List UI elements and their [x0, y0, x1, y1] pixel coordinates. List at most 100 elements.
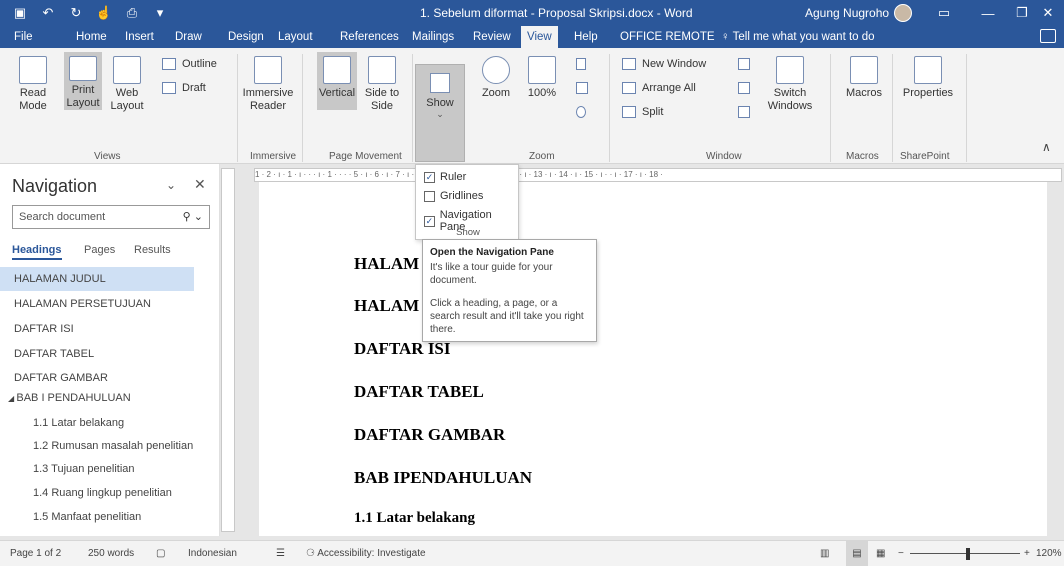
- heading-item[interactable]: DAFTAR ISI: [0, 317, 194, 341]
- tab-design[interactable]: Design: [222, 26, 270, 48]
- one-page-button[interactable]: [576, 58, 592, 70]
- user-name[interactable]: Agung Nugroho: [805, 0, 889, 26]
- search-icon[interactable]: ⚲ ⌄: [183, 210, 203, 223]
- doc-heading[interactable]: DAFTAR TABEL: [354, 382, 484, 402]
- vertical-button[interactable]: Vertical: [317, 52, 357, 110]
- tab-draw[interactable]: Draw: [169, 26, 208, 48]
- arrange-all-button[interactable]: Arrange All: [622, 82, 696, 94]
- read-mode-button[interactable]: Read Mode: [16, 56, 50, 113]
- zoom-slider-track[interactable]: [910, 553, 1020, 554]
- search-input[interactable]: Search document ⚲ ⌄: [12, 205, 210, 229]
- tab-insert[interactable]: Insert: [119, 26, 160, 48]
- separator: [412, 54, 413, 162]
- web-layout-icon: [113, 56, 141, 84]
- print-layout-icon: [69, 56, 97, 81]
- show-group-label: Show: [456, 227, 480, 238]
- page-count[interactable]: Page 1 of 2: [10, 541, 61, 566]
- split-button[interactable]: Split: [622, 106, 663, 118]
- doc-heading[interactable]: HALAM: [354, 254, 419, 274]
- save-icon[interactable]: ▣: [6, 0, 34, 26]
- zoom-level[interactable]: 120%: [1036, 541, 1062, 566]
- doc-subheading[interactable]: 1.1 Latar belakang: [354, 510, 475, 527]
- tab-results[interactable]: Results: [134, 244, 171, 256]
- print-layout-view-icon[interactable]: ▤: [846, 541, 868, 566]
- multiple-pages-button[interactable]: [576, 82, 594, 94]
- page-width-button[interactable]: [576, 106, 592, 118]
- ribbon-display-icon[interactable]: ▭: [922, 0, 966, 26]
- accessibility-icon: ⚆: [306, 548, 318, 559]
- switch-windows-button[interactable]: Switch Windows: [762, 56, 818, 113]
- tab-file[interactable]: File: [8, 26, 39, 48]
- doc-heading[interactable]: HALAM: [354, 296, 419, 316]
- heading-item[interactable]: 1.3 Tujuan penelitian: [0, 457, 194, 481]
- heading-item[interactable]: ◢ BAB I PENDAHULUAN: [0, 386, 194, 410]
- print-layout-button[interactable]: Print Layout: [64, 52, 102, 110]
- web-layout-button[interactable]: Web Layout: [108, 56, 146, 113]
- zoom-100-button[interactable]: 100%: [524, 56, 560, 100]
- new-window-button[interactable]: New Window: [622, 58, 706, 70]
- focus-mode-icon[interactable]: ▥: [820, 541, 829, 566]
- heading-item[interactable]: 1.5 Manfaat penelitian: [0, 505, 194, 529]
- accessibility-status[interactable]: ⚆ Accessibility: Investigate: [306, 541, 426, 566]
- macros-button[interactable]: Macros: [840, 56, 888, 100]
- redo-icon[interactable]: ↻: [62, 0, 90, 26]
- show-button[interactable]: Show ⌄: [415, 64, 465, 162]
- close-icon[interactable]: ✕: [1026, 0, 1064, 26]
- properties-button[interactable]: Properties: [898, 56, 958, 100]
- tab-references[interactable]: References: [334, 26, 405, 48]
- doc-heading[interactable]: DAFTAR GAMBAR: [354, 425, 505, 445]
- heading-item[interactable]: 1.1 Latar belakang: [0, 411, 194, 435]
- heading-item[interactable]: 1.4 Ruang lingkup penelitian: [0, 481, 194, 505]
- tab-view[interactable]: View: [521, 26, 558, 48]
- zoom-in-button[interactable]: +: [1024, 541, 1030, 566]
- collapse-ribbon-icon[interactable]: ∧: [1042, 140, 1051, 154]
- search-placeholder: Search document: [19, 211, 106, 223]
- outline-button[interactable]: Outline: [162, 58, 217, 70]
- zoom-button[interactable]: Zoom: [478, 56, 514, 100]
- tell-me-box[interactable]: ♀ Tell me what you want to do: [721, 26, 875, 48]
- vertical-ruler[interactable]: [221, 168, 235, 532]
- word-count[interactable]: 250 words: [88, 541, 134, 566]
- vertical-label: Vertical: [318, 87, 356, 99]
- tab-help[interactable]: Help: [568, 26, 604, 48]
- tab-mailings[interactable]: Mailings: [406, 26, 460, 48]
- chevron-down-icon[interactable]: ⌄: [166, 178, 176, 192]
- zoom-slider-thumb[interactable]: [966, 548, 970, 560]
- horizontal-ruler[interactable]: 1 · 2 · ı · 1 · ı · · · ı · 1 · · · · 5 …: [254, 168, 1062, 182]
- heading-item[interactable]: HALAMAN PERSETUJUAN: [0, 292, 194, 316]
- tab-home[interactable]: Home: [70, 26, 113, 48]
- heading-item[interactable]: 1.2 Rumusan masalah penelitian: [0, 434, 194, 458]
- document-page[interactable]: HALAM HALAM DAFTAR ISI DAFTAR TABEL DAFT…: [259, 182, 1047, 536]
- print-preview-icon[interactable]: ⎙: [118, 0, 146, 26]
- tab-office-remote[interactable]: OFFICE REMOTE: [614, 26, 721, 48]
- gridlines-checkbox[interactable]: Gridlines: [424, 190, 483, 202]
- doc-heading[interactable]: BAB IPENDAHULUAN: [354, 468, 532, 488]
- reset-window-button[interactable]: [738, 106, 756, 118]
- heading-item[interactable]: DAFTAR TABEL: [0, 342, 194, 366]
- doc-heading[interactable]: DAFTAR ISI: [354, 339, 451, 359]
- web-layout-view-icon[interactable]: ▦: [876, 541, 885, 566]
- navigation-title: Navigation: [12, 176, 98, 196]
- side-to-side-button[interactable]: Side to Side: [362, 56, 402, 113]
- proofing-icon[interactable]: ▢: [156, 541, 165, 566]
- track-changes-icon[interactable]: ☰: [276, 541, 285, 566]
- view-side-by-side-button[interactable]: [738, 58, 756, 70]
- navigation-pane-tooltip: Open the Navigation Pane It's like a tou…: [422, 239, 597, 342]
- tab-review[interactable]: Review: [467, 26, 517, 48]
- heading-item[interactable]: HALAMAN JUDUL: [0, 267, 194, 291]
- sync-scrolling-button[interactable]: [738, 82, 756, 94]
- undo-icon[interactable]: ↶: [34, 0, 62, 26]
- draft-button[interactable]: Draft: [162, 82, 206, 94]
- avatar[interactable]: [894, 4, 912, 22]
- zoom-out-button[interactable]: −: [898, 541, 904, 566]
- close-icon[interactable]: ✕: [194, 176, 206, 193]
- comments-icon[interactable]: [1040, 29, 1056, 43]
- tab-headings[interactable]: Headings: [12, 244, 62, 260]
- language[interactable]: Indonesian: [188, 541, 237, 566]
- immersive-reader-button[interactable]: Immersive Reader: [243, 56, 293, 113]
- touch-mode-icon[interactable]: ☝: [90, 0, 118, 26]
- tab-layout[interactable]: Layout: [272, 26, 319, 48]
- ruler-checkbox[interactable]: ✓ Ruler: [424, 171, 466, 183]
- tab-pages[interactable]: Pages: [84, 244, 115, 256]
- customize-icon[interactable]: ▾: [146, 0, 174, 26]
